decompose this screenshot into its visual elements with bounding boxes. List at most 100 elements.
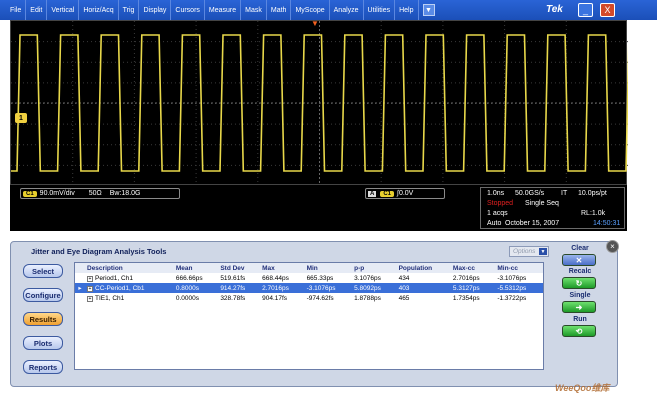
column-header[interactable]: p-p [352,263,397,273]
table-row[interactable]: ▸ + CC-Period1, Cb1 0.8000s 914.27fs 2.7016ps… [75,283,543,293]
measurement-description: + Period1, Ch1 [85,273,174,283]
clear-label: Clear [571,245,589,252]
menu-item-display[interactable]: Display [139,0,172,20]
record-length: RL:1.0k [581,210,606,217]
expand-icon[interactable]: + [87,295,93,302]
configure-button[interactable]: Configure [23,288,63,302]
channel1-readout[interactable]: C1 90.0mV/div 50Ω Bw:18.0G [20,188,180,199]
trigger-readout[interactable]: A C1 ∫ 0.0V [365,188,445,199]
table-cell: 5.8092ps [352,283,397,293]
menu-item-measure[interactable]: Measure [205,0,242,20]
column-header[interactable]: Min-cc [495,263,543,273]
expand-icon[interactable]: + [87,285,93,292]
menu-item-math[interactable]: Math [267,0,292,20]
input-impedance: 50Ω [88,190,102,197]
menu-item-horiz-acq[interactable]: Horiz/Acq [79,0,119,20]
waveform-display[interactable]: 1 [10,20,628,186]
row-marker [75,273,85,283]
row-marker-header [75,263,85,273]
run-label: Run [573,316,587,323]
plots-button[interactable]: Plots [23,336,63,350]
table-cell: 914.27fs [218,283,261,293]
table-cell: 2.7016ps [452,274,480,282]
description-text: Period1, Ch1 [95,274,133,282]
panel-close-button[interactable]: × [606,240,619,253]
table-cell: -5.5312ps [495,283,543,293]
acquisition-readout[interactable]: 1.0ns 50.0GS/s IT 10.0ps/pt Stopped Sing… [480,187,625,229]
column-header[interactable]: Max [260,263,305,273]
trigger-source-badge: C1 [380,190,395,197]
table-cell: 328.78fs [220,294,246,302]
menu-dropdown-button[interactable]: ▼ [422,4,435,16]
trigger-position-icon[interactable]: ▼ [311,19,319,28]
results-button[interactable]: Results [23,312,63,326]
table-cell: 519.61fs [220,274,246,282]
table-cell: 666.66ps [175,274,203,282]
expand-icon[interactable]: + [87,275,93,282]
column-header[interactable]: Description [85,263,174,273]
column-header[interactable]: Min [304,263,353,273]
trigger-mode: Auto [487,220,502,227]
table-cell: 5.3127ps [450,283,496,293]
select-button[interactable]: Select [23,264,63,278]
table-cell: -974.62fs [306,294,334,302]
acq-count: 1 acqs [487,210,508,217]
clear-button[interactable]: ✕ [562,254,596,266]
channel1-ground-marker[interactable]: 1 [15,113,27,123]
measurement-description: + CC-Period1, Cb1 [85,283,174,293]
channel1-badge: C1 [23,190,37,197]
menu-item-myscope[interactable]: MyScope [291,0,330,20]
options-dropdown[interactable]: Options ▼ [509,246,549,257]
table-row[interactable]: + TIE1, Ch1 0.0000s 328.78fs 904.17fs -974.62… [75,293,543,303]
panel-title: Jitter and Eye Diagram Analysis Tools [31,247,167,256]
column-header[interactable]: Max-cc [450,263,496,273]
menu-item-mask[interactable]: Mask [241,0,267,20]
jitter-analysis-panel: Jitter and Eye Diagram Analysis Tools Op… [10,241,618,387]
table-cell: 2.7016ps [260,283,305,293]
column-header[interactable]: Population [396,263,451,273]
menu-item-analyze[interactable]: Analyze [330,0,364,20]
acq-state: Stopped [487,200,514,207]
table-cell: 668.44ps [262,274,289,282]
menu-item-trig[interactable]: Trig [119,0,140,20]
trigger-level: 0.0V [398,190,414,197]
table-cell: 665.33ps [306,274,334,282]
reports-button[interactable]: Reports [23,360,63,374]
run-loop-icon: ⟲ [575,326,583,336]
table-cell: -1.3722ps [497,294,527,302]
seq-mode: Single Seq [525,200,559,207]
table-header-row: Description Mean Std Dev Max Min p-p Populatio… [75,263,543,273]
menu-item-vertical[interactable]: Vertical [47,0,80,20]
menu-item-cursors[interactable]: Cursors [171,0,205,20]
menu-item-edit[interactable]: Edit [26,0,48,20]
recalc-label: Recalc [568,268,592,275]
column-header[interactable]: Std Dev [218,263,261,273]
results-table[interactable]: Description Mean Std Dev Max Min p-p Populatio… [74,262,544,370]
menu-item-help[interactable]: Help [395,0,419,20]
row-marker [75,293,85,303]
resolution: 10.0ps/pt [578,190,607,197]
run-button[interactable]: ⟲ [562,325,596,337]
recalc-button[interactable]: ↻ [562,277,596,289]
table-row[interactable]: + Period1, Ch1 666.66ps 519.61fs 668.44ps 665… [75,273,543,283]
menu-item-utilities[interactable]: Utilities [364,0,396,20]
table-cell: 0.0000s [175,294,200,302]
single-arrow-icon: ➜ [575,302,583,312]
watermark-logo: WeeQoo维库 [555,383,610,393]
table-cell: 1.7354ps [452,294,480,302]
table-cell: 403 [396,283,451,293]
close-button[interactable]: X [600,3,615,17]
acq-mode: IT [561,190,568,197]
acq-time: 14:50:31 [593,220,621,227]
single-label: Single [569,292,591,299]
table-cell: 434 [398,274,410,282]
measurement-description: + TIE1, Ch1 [85,293,174,303]
table-cell: -3.1076ps [304,283,353,293]
minimize-button[interactable]: _ [578,3,593,17]
clear-icon: ✕ [575,255,583,265]
menu-item-file[interactable]: File [6,0,27,20]
column-header[interactable]: Mean [173,263,219,273]
table-cell: 1.8788ps [354,294,381,302]
single-button[interactable]: ➜ [562,301,596,313]
timebase: 1.0ns [487,190,505,197]
